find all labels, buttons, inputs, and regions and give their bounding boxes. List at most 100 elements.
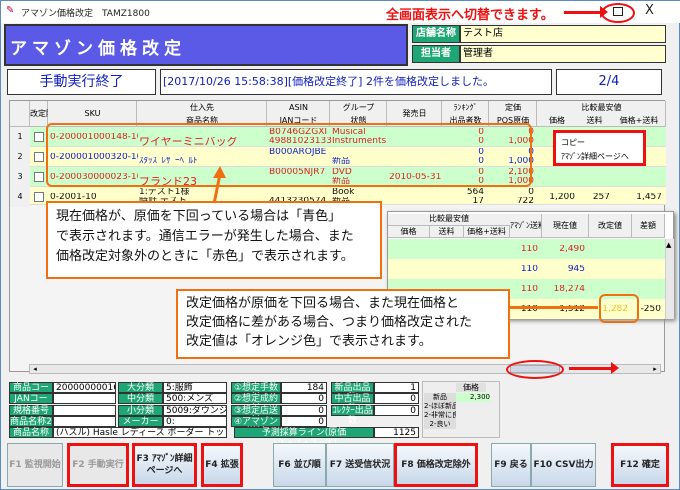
current-cell: 18,274 (553, 285, 586, 294)
f9-button[interactable]: F9 戻る (491, 443, 531, 487)
group-cell: Book (332, 188, 355, 197)
info-value (53, 393, 116, 405)
header-ranking[interactable]: ﾗﾝｷﾝｸﾞ (442, 101, 489, 114)
info-label: 商品名称2 (9, 415, 53, 427)
product-name-value: (ハスル) Hasle レディース ボーダー トップス ... (53, 427, 227, 438)
info-value: 184 (281, 382, 327, 393)
info-value: 5009:ダウンジ... (163, 404, 227, 416)
row-number: 1 (10, 127, 30, 147)
maximize-button[interactable] (613, 7, 623, 16)
window-title: アマゾン価格改定 TAMZ1800 (21, 9, 150, 19)
exclude-checkbox[interactable] (34, 132, 44, 142)
amazon_ship-cell: 110 (520, 265, 538, 274)
f4-button[interactable]: F4 拡張 (201, 443, 243, 487)
info-value: 0: (163, 415, 227, 427)
staff-value: 管理者 (460, 45, 666, 63)
header-list-price[interactable]: 定価 (489, 101, 537, 114)
callout-line: 改定値は「オレンジ色」で表示されます。 (186, 334, 432, 349)
horizontal-scrollbar[interactable]: ◂ ▸ (29, 364, 661, 374)
header-shipping[interactable]: 送料 (577, 114, 612, 127)
callout-arrow-icon (212, 166, 226, 205)
info-label: 中古出品数 (331, 393, 374, 414)
header-compare[interactable]: 比較最安値 (537, 101, 666, 114)
context-amazon-detail[interactable]: ｱﾏｿﾞﾝ詳細ページへ (561, 150, 638, 164)
info-label: ①想定手数料 (231, 382, 281, 403)
scroll-right-icon[interactable]: ▸ (650, 365, 660, 373)
f2-button[interactable]: F2 手動実行 (67, 443, 129, 487)
info-value: 0 (374, 393, 419, 405)
mini-header: 価格 (456, 383, 486, 392)
overlay-header-revised[interactable]: 改定値 (589, 214, 632, 238)
row-number: 4 (10, 187, 30, 207)
grid-header-cell (10, 101, 30, 127)
context-copy[interactable]: コピー (561, 136, 638, 150)
info-value: 0 (374, 404, 419, 416)
f6-button[interactable]: F6 並び順 (273, 443, 326, 487)
info-value (53, 404, 116, 416)
header-total[interactable]: 価格+送料 (612, 114, 666, 127)
overlay-header-compare[interactable]: 比較最安値 (388, 214, 510, 226)
info-value (53, 415, 116, 427)
amazon_ship-cell: 110 (520, 245, 538, 254)
header-asin[interactable]: ASIN (267, 101, 330, 114)
callout-line: 価格改定対象外のときに「赤色」で表示されます。 (56, 249, 354, 264)
forecast-label: 予測採算ライン(原価+①+②+③−④) (234, 427, 374, 448)
info-value: 5:服飾 (163, 382, 227, 393)
sellers-cell: 17 (472, 197, 484, 206)
status-message: [2017/10/26 15:58:38][価格改定終了] 2件を価格改定しまし… (160, 69, 552, 95)
total-cell: 1,457 (636, 193, 662, 202)
info-value: 1 (374, 382, 419, 393)
scroll-arrow-icon (569, 362, 619, 374)
scroll-up-icon[interactable]: ▲ (666, 241, 674, 250)
f3-button[interactable]: F3 ｱﾏｿﾞﾝ詳細ページへ (132, 443, 197, 487)
revised-value-box (599, 294, 639, 323)
overlay-header-amazon_ship[interactable]: ｱﾏｿﾞﾝ送料 (510, 214, 542, 238)
f1-button[interactable]: F1 監視開始 (7, 443, 63, 487)
mini-value: 2,300 (456, 393, 490, 402)
info-label: ③想定店送料 (231, 404, 281, 426)
list-price-cell: 0 (528, 188, 534, 197)
header-price[interactable]: 価格 (537, 114, 577, 127)
vertical-scrollbar[interactable] (665, 239, 674, 319)
hint-arrow-icon (564, 6, 608, 18)
scroll-left-icon[interactable]: ◂ (30, 365, 40, 373)
overlay-header-shipping[interactable]: 送料 (430, 226, 464, 238)
scroll-highlight (506, 360, 564, 379)
price-cell: 1,200 (549, 193, 575, 202)
info-label: JANコード (9, 393, 53, 414)
revised-arrow-icon (510, 306, 598, 309)
exclude-checkbox[interactable] (34, 192, 44, 202)
info-label: 大分類 (118, 382, 163, 393)
exclude-checkbox[interactable] (34, 172, 44, 182)
mini-label: 2-ほぼ新品 (424, 402, 456, 411)
context-menu: コピー ｱﾏｿﾞﾝ詳細ページへ (553, 130, 646, 166)
header-exclude[interactable]: 改定除外 (30, 101, 48, 127)
pos-cost-cell: 722 (516, 197, 534, 206)
info-label: 小分類 (118, 404, 163, 416)
info-label: ②想定成約料 (231, 393, 281, 414)
info-label: 規格番号 (9, 404, 53, 416)
info-value: 500:メンズ (163, 393, 227, 405)
staff-label: 担当者 (412, 45, 460, 63)
info-value: 0 (281, 415, 327, 427)
f10-button[interactable]: F10 CSV出力 (531, 443, 596, 487)
info-label: 新品出品数 (331, 382, 374, 403)
exclude-checkbox[interactable] (34, 152, 44, 162)
overlay-header-current[interactable]: 現在値 (542, 214, 589, 238)
overlay-header-diff[interactable]: 差額 (632, 214, 665, 238)
f12-button[interactable]: F12 確定 (611, 443, 669, 487)
close-button[interactable]: X (645, 3, 654, 18)
current-cell: 2,490 (559, 245, 585, 254)
overlay-header-total[interactable]: 価格+送料 (464, 226, 510, 238)
info-value: 200000000168 (53, 382, 116, 393)
page-indicator: 2/4 (556, 69, 662, 95)
fullscreen-hint: 全画面表示へ切替できます。 (386, 8, 554, 23)
store-label: 店舗名称 (412, 25, 460, 43)
header-supplier[interactable]: 仕入先 (137, 101, 267, 114)
execution-state: 手動実行終了 (7, 69, 156, 95)
highlight-rows-box (46, 123, 532, 187)
f7-button[interactable]: F7 送受信状況 (326, 443, 394, 487)
header-group[interactable]: グループ (330, 101, 387, 114)
overlay-header-price[interactable]: 価格 (388, 226, 430, 238)
f8-button[interactable]: F8 価格改定除外 (394, 443, 478, 487)
